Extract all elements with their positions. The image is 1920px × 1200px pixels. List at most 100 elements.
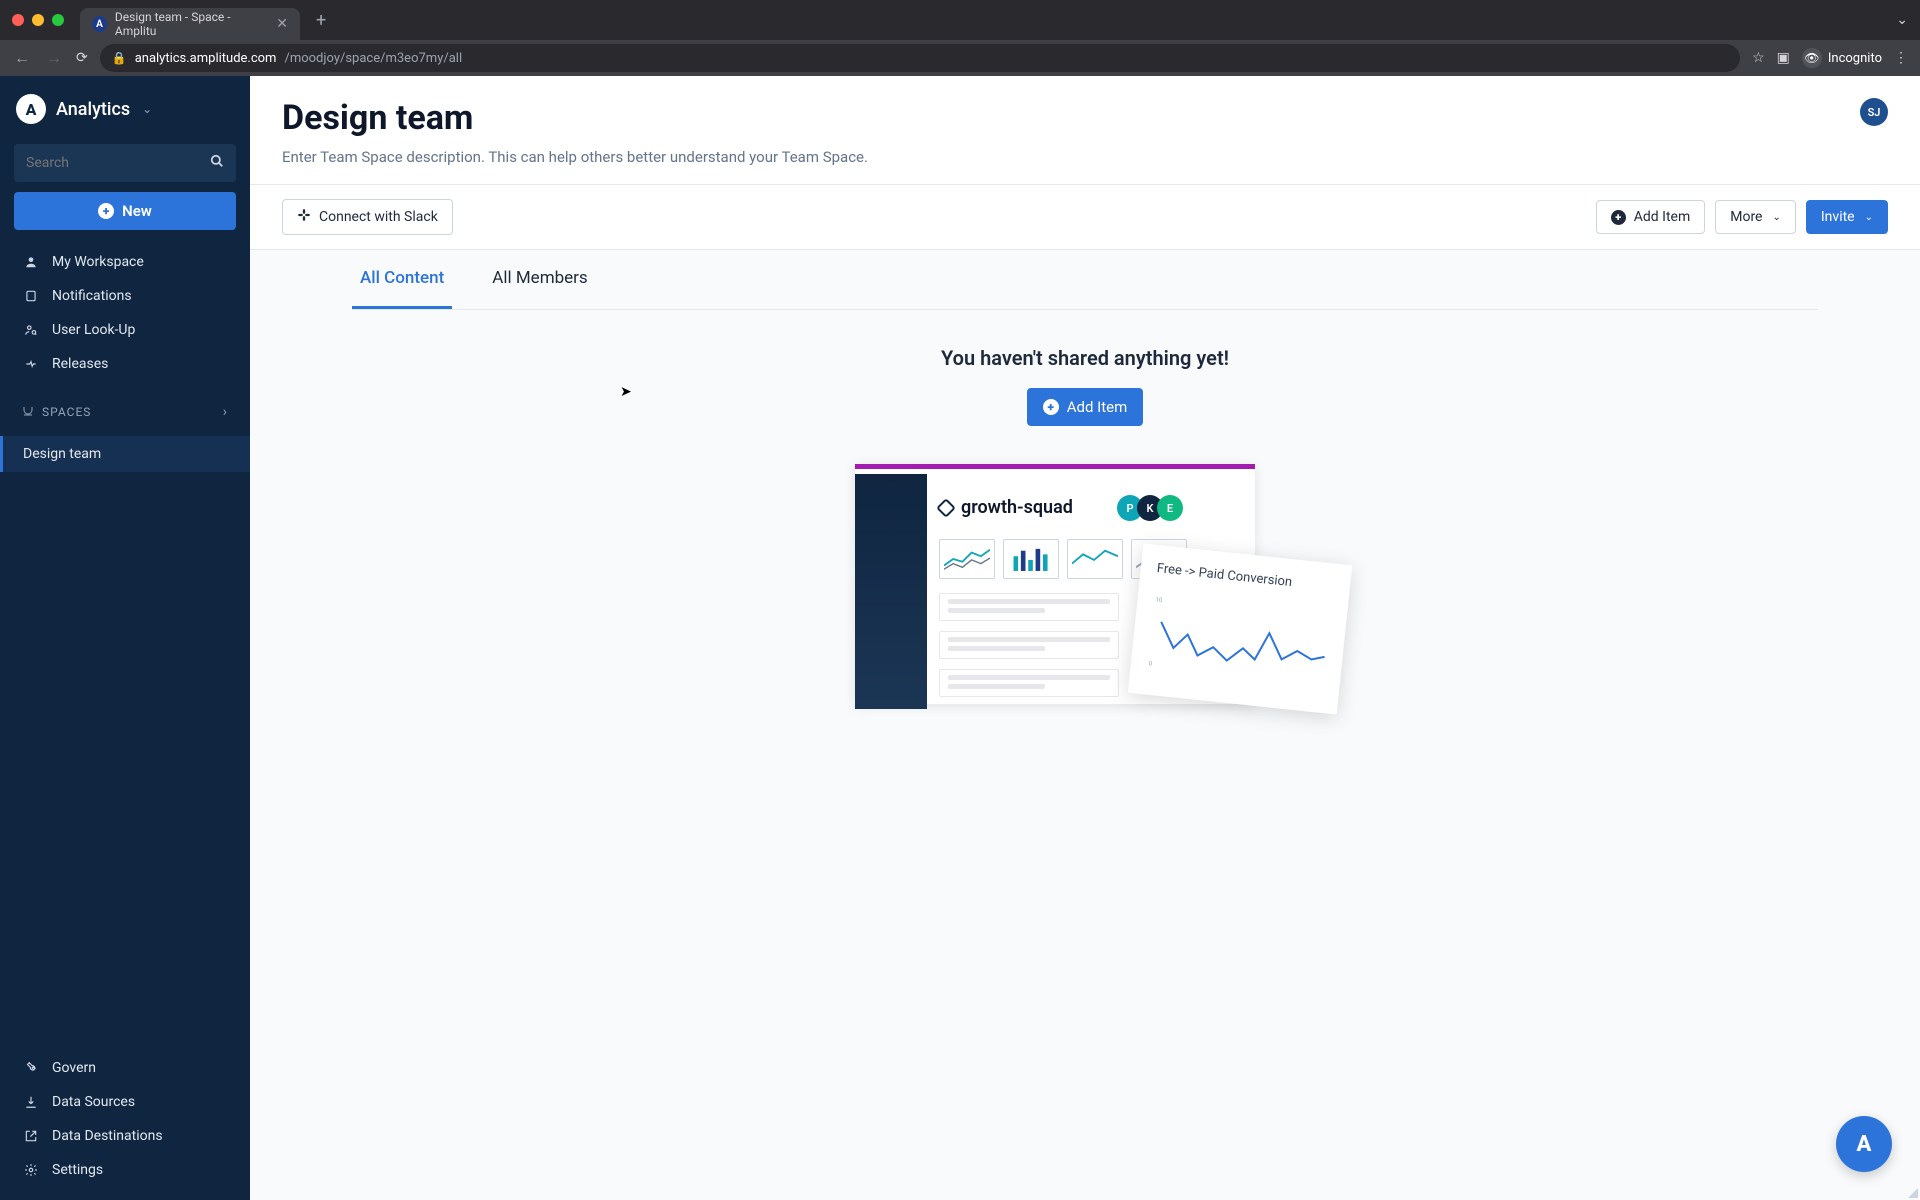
sidebar-item-label: My Workspace [52,254,144,270]
spaces-section-header[interactable]: SPACES › [14,390,236,426]
user-lookup-icon [22,323,40,337]
illustration-avatar: E [1157,495,1183,521]
browser-tab-strip: A Design team - Space - Amplitu ✕ + ⌄ [0,0,1920,40]
kebab-menu-icon[interactable]: ⋮ [1894,50,1908,66]
illustration-sidebar [855,474,927,709]
sidebar-item-label: Govern [52,1060,96,1076]
new-button[interactable]: + New [14,192,236,230]
close-window-button[interactable] [12,14,24,26]
sidebar-item-label: Settings [52,1162,103,1178]
new-tab-button[interactable]: + [308,6,334,35]
bookmark-icon[interactable]: ☆ [1752,50,1765,66]
illustration-row [939,593,1119,621]
mini-chart-icon [1067,539,1123,579]
tab-all-members[interactable]: All Members [484,250,595,309]
minimize-window-button[interactable] [32,14,44,26]
illustration-line-chart-icon: 10 0 [1146,586,1332,694]
download-icon [22,1095,40,1109]
sidebar-item-my-workspace[interactable]: My Workspace [14,246,236,278]
space-label: Design team [23,446,101,462]
sidebar: A Analytics ⌄ + New My Workspace [0,76,250,1200]
plus-circle-icon: + [1043,399,1059,415]
incognito-icon: 👁 [1802,48,1822,68]
search-input-wrapper[interactable] [14,144,236,182]
sidebar-item-releases[interactable]: Releases [14,348,236,380]
search-input[interactable] [26,155,210,171]
plus-circle-icon: + [98,203,114,219]
svg-text:10: 10 [1155,596,1162,604]
sidebar-item-label: Data Sources [52,1094,135,1110]
amplitude-logo-icon: A [1857,1132,1872,1157]
content-area: All Content All Members You haven't shar… [250,250,1920,1200]
browser-tab[interactable]: A Design team - Space - Amplitu ✕ [80,8,300,40]
sidebar-item-data-sources[interactable]: Data Sources [14,1086,236,1118]
add-item-label: Add Item [1634,209,1691,225]
empty-add-item-button[interactable]: + Add Item [1027,388,1144,426]
chevron-right-icon: › [223,404,228,420]
sidebar-item-settings[interactable]: Settings [14,1154,236,1186]
maximize-window-button[interactable] [52,14,64,26]
url-host: analytics.amplitude.com [135,51,277,66]
invite-button[interactable]: Invite ⌄ [1806,200,1888,234]
sidebar-item-govern[interactable]: Govern [14,1052,236,1084]
tab-title: Design team - Space - Amplitu [115,10,264,38]
empty-heading: You haven't shared anything yet! [941,346,1229,370]
illustration-row [939,631,1119,659]
address-bar[interactable]: 🔒 analytics.amplitude.com/moodjoy/space/… [100,44,1740,72]
panel-icon[interactable]: ▣ [1777,50,1790,66]
illustration-row [939,669,1119,697]
tab-all-content[interactable]: All Content [352,250,452,309]
connect-slack-button[interactable]: Connect with Slack [282,199,453,235]
search-icon [210,154,224,172]
tab-close-icon[interactable]: ✕ [276,16,288,32]
illustration-popup: Free -> Paid Conversion 10 0 [1128,543,1353,714]
window-controls [12,14,64,26]
svg-text:0: 0 [1148,660,1152,667]
mini-chart-icon [939,539,995,579]
spaces-icon [22,405,34,420]
sidebar-item-label: User Look-Up [52,322,135,338]
brand-name: Analytics [56,99,130,120]
tabs-dropdown-icon[interactable]: ⌄ [1896,12,1908,28]
more-button[interactable]: More ⌄ [1715,200,1796,234]
releases-icon [22,357,40,371]
sidebar-item-label: Releases [52,356,108,372]
illustration-logo-icon [936,498,956,518]
help-fab[interactable]: A [1836,1116,1892,1172]
add-item-button[interactable]: + Add Item [1596,200,1706,234]
illustration-header: growth-squad [939,497,1073,518]
slack-icon [297,208,311,226]
primary-nav: My Workspace Notifications User Look-Up … [14,246,236,380]
incognito-label: Incognito [1828,51,1882,66]
illustration-avatars: P K E [1123,495,1183,521]
sidebar-item-user-lookup[interactable]: User Look-Up [14,314,236,346]
page-header: Design team Enter Team Space description… [250,76,1920,185]
back-button[interactable]: ← [12,48,32,68]
main-content: Design team Enter Team Space description… [250,76,1920,1200]
chevron-down-icon: ⌄ [142,102,152,116]
empty-illustration: growth-squad P K E [855,464,1315,724]
sidebar-item-data-destinations[interactable]: Data Destinations [14,1120,236,1152]
action-bar: Connect with Slack + Add Item More ⌄ Inv… [250,185,1920,250]
lock-icon: 🔒 [112,51,127,65]
empty-state: You haven't shared anything yet! + Add I… [282,310,1888,724]
chevron-down-icon: ⌄ [1865,212,1873,223]
invite-label: Invite [1821,209,1855,225]
page-description[interactable]: Enter Team Space description. This can h… [282,148,868,166]
forward-button[interactable]: → [44,48,64,68]
reload-button[interactable]: ⟳ [76,50,88,66]
bell-icon [22,289,40,303]
sidebar-item-label: Data Destinations [52,1128,163,1144]
sidebar-item-notifications[interactable]: Notifications [14,280,236,312]
resize-handle-icon[interactable] [1906,1186,1918,1198]
browser-toolbar: ← → ⟳ 🔒 analytics.amplitude.com/moodjoy/… [0,40,1920,76]
gear-icon [22,1163,40,1177]
empty-add-item-label: Add Item [1067,398,1128,416]
user-avatar[interactable]: SJ [1860,98,1888,126]
person-icon [22,255,40,269]
sidebar-space-design-team[interactable]: Design team [0,436,250,472]
incognito-badge[interactable]: 👁 Incognito [1802,48,1882,68]
brand-switcher[interactable]: A Analytics ⌄ [14,90,236,134]
connect-slack-label: Connect with Slack [319,209,438,225]
brand-icon: A [16,94,46,124]
